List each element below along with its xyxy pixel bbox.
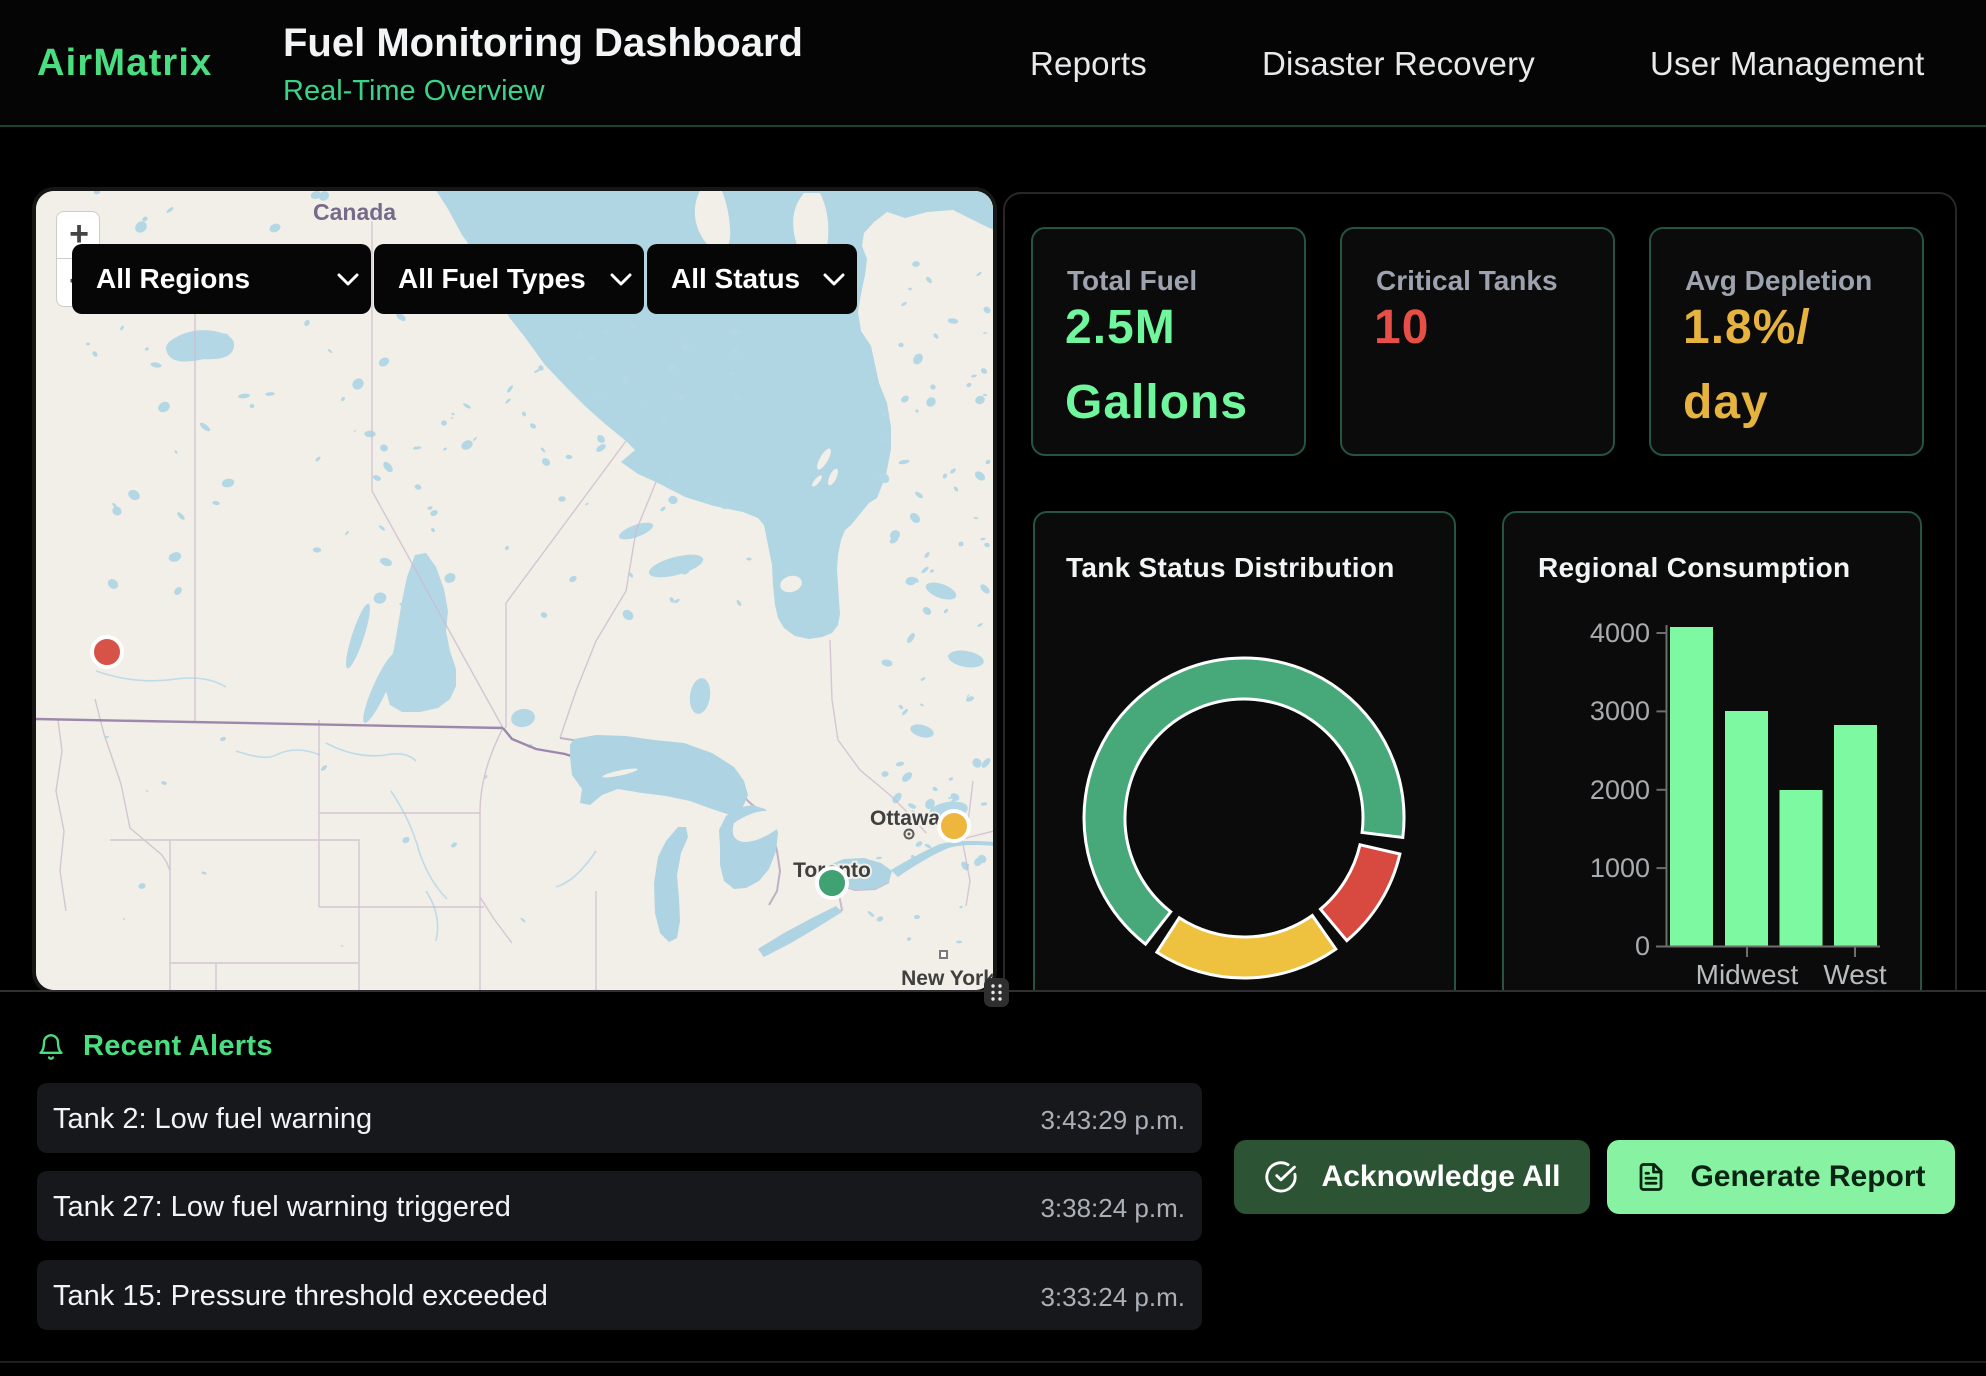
svg-text:0: 0 — [1635, 931, 1650, 961]
svg-text:Midwest: Midwest — [1696, 959, 1799, 990]
svg-text:2000: 2000 — [1590, 775, 1650, 805]
svg-text:1000: 1000 — [1590, 853, 1650, 883]
svg-text:New York: New York — [901, 967, 993, 990]
svg-text:Canada: Canada — [313, 199, 396, 225]
svg-text:Ottawa: Ottawa — [870, 807, 940, 830]
svg-text:4000: 4000 — [1590, 618, 1650, 648]
svg-text:West: West — [1823, 959, 1886, 990]
svg-text:3000: 3000 — [1590, 696, 1650, 726]
